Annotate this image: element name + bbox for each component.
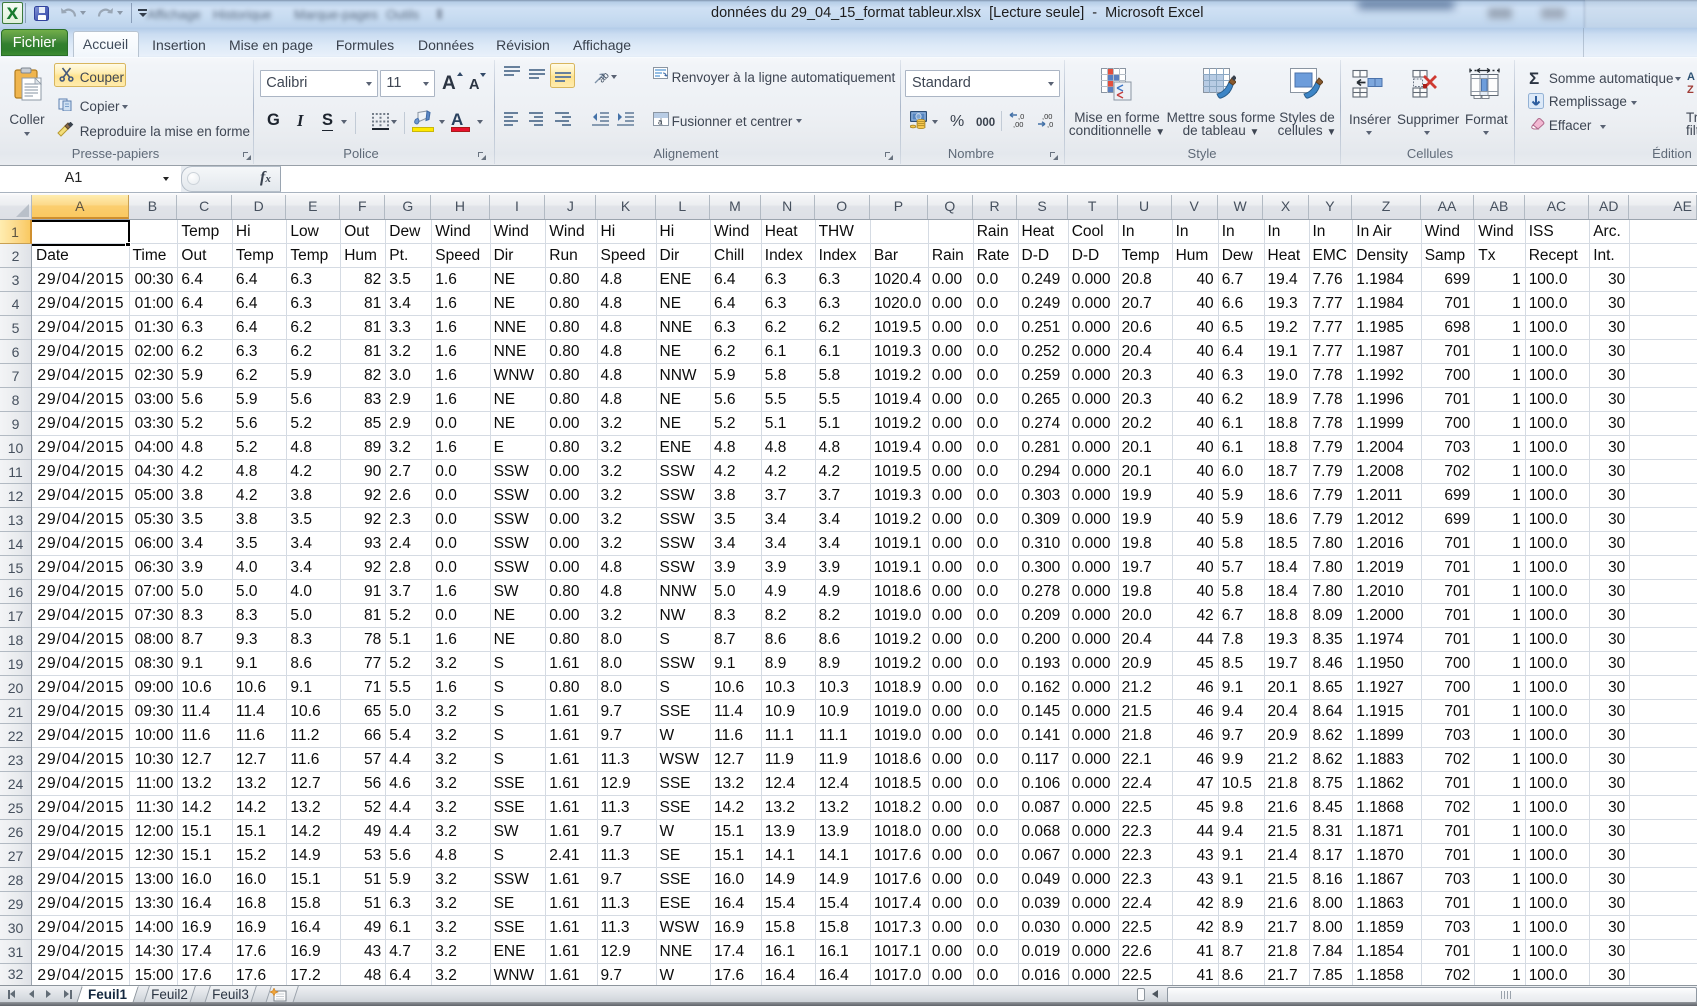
svg-text:a: a xyxy=(658,118,663,127)
svg-text:,00: ,00 xyxy=(1013,120,1023,129)
svg-text:Z: Z xyxy=(1687,84,1694,96)
svg-text:ab: ab xyxy=(596,70,611,84)
svg-text:A: A xyxy=(1687,71,1695,83)
svg-text:,0: ,0 xyxy=(1047,120,1053,129)
